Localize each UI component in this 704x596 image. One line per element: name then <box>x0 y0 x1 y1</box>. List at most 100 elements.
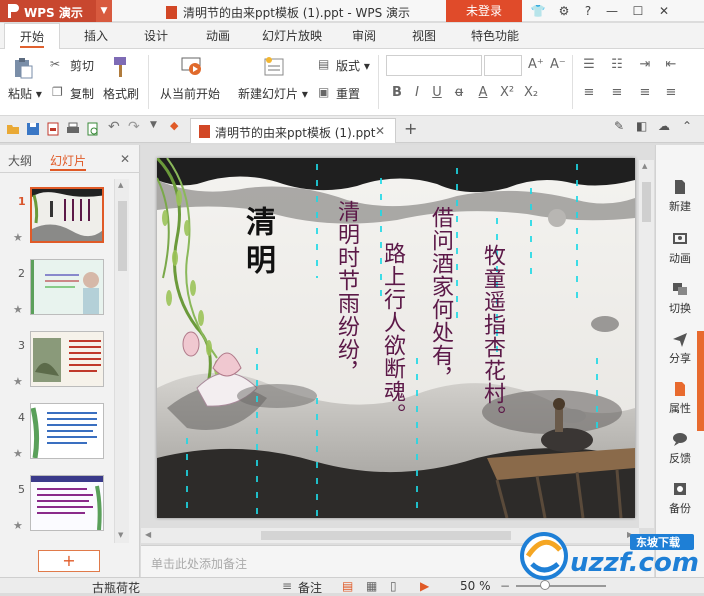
login-button[interactable]: 未登录 <box>446 0 522 22</box>
poem-line[interactable]: 借问酒家何处有， <box>427 206 453 390</box>
poem-line[interactable]: 路上行人欲断魂。 <box>379 242 405 426</box>
slide-canvas[interactable]: 清明 清明时节雨纷纷， 路上行人欲断魂。 借问酒家何处有， 牧童遥指杏花村。 <box>157 158 635 518</box>
subscript-icon[interactable]: X₂ <box>524 85 538 100</box>
reading-view-icon[interactable]: ▯ <box>390 579 397 593</box>
task-animation[interactable]: 动画 <box>656 231 704 266</box>
tab-special[interactable]: 特色功能 <box>462 23 528 49</box>
tab-review[interactable]: 审阅 <box>344 23 384 49</box>
open-icon[interactable] <box>6 122 20 136</box>
normal-view-icon[interactable]: ▤ <box>342 579 353 593</box>
zoom-out-icon[interactable]: − <box>500 579 510 593</box>
bold-icon[interactable]: B <box>390 85 404 100</box>
save-icon[interactable] <box>26 122 40 136</box>
tab-slides[interactable]: 幻灯片 <box>50 152 87 171</box>
tab-home[interactable]: 开始 <box>4 23 60 50</box>
cloud-icon[interactable]: ☁ <box>658 119 672 133</box>
align-right-icon[interactable]: ≡ <box>638 85 652 100</box>
maximize-icon[interactable]: ☐ <box>630 3 646 19</box>
scroll-thumb[interactable] <box>261 531 511 540</box>
cut-button[interactable]: 剪切 <box>70 57 94 74</box>
minimize-icon[interactable]: — <box>604 3 620 19</box>
scissors-icon[interactable]: ✂ <box>50 57 60 71</box>
play-from-current-icon[interactable] <box>180 55 204 79</box>
slide-title[interactable]: 清明 <box>235 206 279 282</box>
copy-button[interactable]: 复制 <box>70 85 94 102</box>
new-slide-icon[interactable] <box>262 55 286 79</box>
print-icon[interactable] <box>66 122 80 136</box>
skin-icon[interactable]: ◧ <box>636 119 650 133</box>
tab-design[interactable]: 设计 <box>134 23 178 49</box>
task-new[interactable]: 新建 <box>656 179 704 214</box>
export-pdf-icon[interactable] <box>46 122 60 136</box>
print-preview-icon[interactable] <box>86 122 100 136</box>
layout-icon[interactable]: ▤ <box>318 57 329 71</box>
reset-button[interactable]: 重置 <box>336 85 360 102</box>
slide-scrollbar[interactable]: ▲ <box>639 160 654 528</box>
poem-line[interactable]: 清明时节雨纷纷， <box>333 200 359 384</box>
font-color-icon[interactable]: A <box>476 85 490 100</box>
scroll-left-icon[interactable]: ◀ <box>145 530 151 539</box>
add-slide-button[interactable]: + <box>38 550 100 572</box>
font-shrink-icon[interactable]: A⁻ <box>550 57 566 72</box>
play-icon[interactable]: ▶ <box>420 579 429 593</box>
pin-icon[interactable]: ✎ <box>614 119 628 133</box>
paste-button[interactable]: 粘贴 ▾ <box>8 85 42 102</box>
italic-icon[interactable]: I <box>410 85 424 100</box>
tab-insert[interactable]: 插入 <box>74 23 118 49</box>
scroll-thumb[interactable] <box>642 182 651 222</box>
chevron-down-icon[interactable]: ▼ <box>150 120 164 134</box>
slide-sorter-icon[interactable]: ▦ <box>366 579 377 593</box>
new-slide-button[interactable]: 新建幻灯片 ▾ <box>238 85 308 102</box>
scroll-up-icon[interactable]: ▲ <box>118 181 123 189</box>
align-center-icon[interactable]: ≡ <box>610 85 624 100</box>
scroll-down-icon[interactable]: ▼ <box>118 531 123 539</box>
help-icon[interactable]: ? <box>580 3 596 19</box>
close-tab-icon[interactable]: ✕ <box>375 124 385 138</box>
document-tab[interactable]: 清明节的由来ppt模板 (1).ppt ✕ <box>190 118 396 143</box>
scroll-up-icon[interactable]: ▲ <box>642 162 647 170</box>
indent-icon[interactable]: ⇥ <box>638 57 652 72</box>
format-painter-button[interactable]: 格式刷 <box>103 85 139 102</box>
justify-icon[interactable]: ≡ <box>664 85 678 100</box>
chevron-down-icon[interactable]: ▼ <box>96 0 112 22</box>
tab-view[interactable]: 视图 <box>404 23 444 49</box>
undo-icon[interactable]: ↶ <box>108 119 122 135</box>
new-tab-icon[interactable]: + <box>404 119 417 138</box>
task-feedback[interactable]: 反馈 <box>656 431 704 466</box>
outdent-icon[interactable]: ⇤ <box>664 57 678 72</box>
font-grow-icon[interactable]: A⁺ <box>528 57 544 72</box>
thumbnail-scrollbar[interactable]: ▲ ▼ <box>114 179 129 543</box>
notes-icon[interactable]: ≡ <box>282 579 292 593</box>
layout-button[interactable]: 版式 ▾ <box>336 57 370 74</box>
redo-icon[interactable]: ↷ <box>128 119 142 135</box>
close-icon[interactable]: ✕ <box>656 3 672 19</box>
wps-menu-button[interactable]: WPS 演示 ▼ <box>0 0 112 22</box>
font-name-select[interactable] <box>386 55 482 76</box>
settings-icon[interactable]: ⚙ <box>556 3 572 19</box>
from-current-button[interactable]: 从当前开始 <box>160 85 220 102</box>
collapse-ribbon-icon[interactable]: ⌃ <box>682 119 696 133</box>
align-left-icon[interactable]: ≡ <box>582 85 596 100</box>
superscript-icon[interactable]: X² <box>500 85 514 100</box>
zoom-slider[interactable] <box>516 585 606 587</box>
format-painter-icon[interactable] <box>110 55 130 79</box>
tab-outline[interactable]: 大纲 <box>8 152 32 169</box>
bullets-icon[interactable]: ☰ <box>582 57 596 72</box>
close-panel-icon[interactable]: ✕ <box>120 152 130 166</box>
theme-name[interactable]: 古瓶荷花 <box>92 579 140 596</box>
copy-icon[interactable]: ❐ <box>52 85 63 99</box>
numbering-icon[interactable]: ☷ <box>610 57 624 72</box>
poem-line[interactable]: 牧童遥指杏花村。 <box>479 244 505 428</box>
font-size-select[interactable] <box>484 55 522 76</box>
paste-icon[interactable] <box>12 57 34 79</box>
task-transition[interactable]: 切换 <box>656 281 704 316</box>
reset-icon[interactable]: ▣ <box>318 85 329 99</box>
shirt-icon[interactable]: 👕 <box>530 3 546 19</box>
strikethrough-icon[interactable]: ɑ̶ <box>452 85 466 100</box>
underline-icon[interactable]: U <box>430 85 444 100</box>
task-backup[interactable]: 备份 <box>656 481 704 516</box>
tab-slideshow[interactable]: 幻灯片放映 <box>256 23 328 49</box>
notes-toggle[interactable]: 备注 <box>298 579 322 596</box>
scroll-thumb[interactable] <box>118 201 127 271</box>
tab-animation[interactable]: 动画 <box>196 23 240 49</box>
